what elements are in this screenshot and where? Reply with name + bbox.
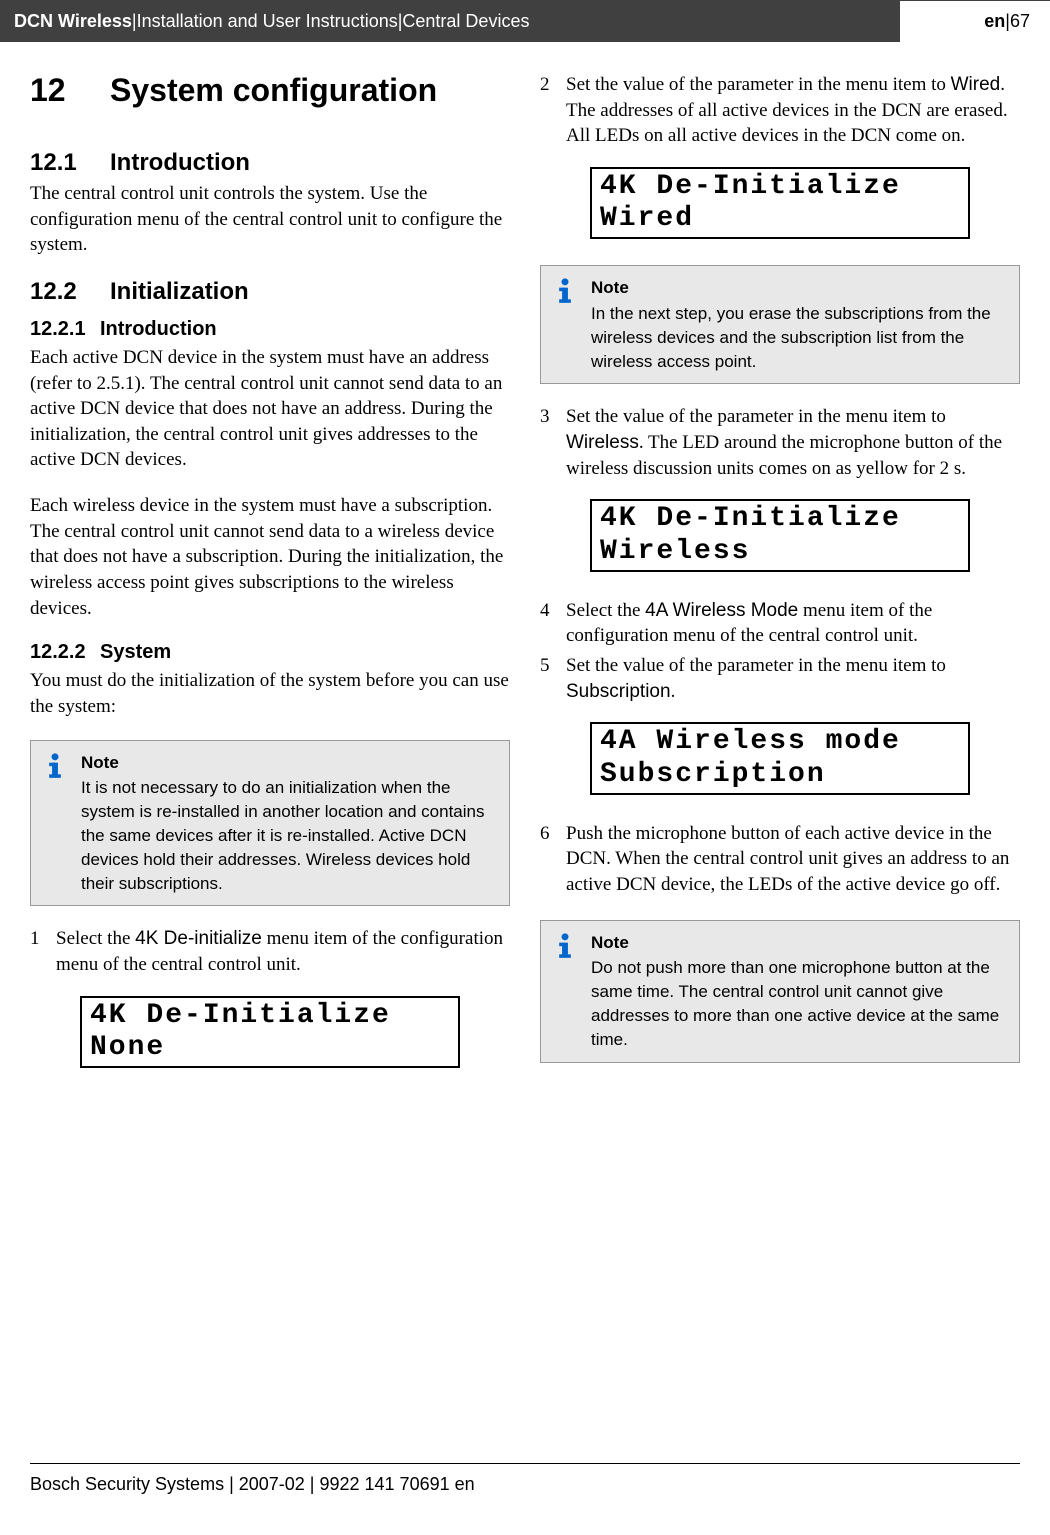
step-5: 5 Set the value of the parameter in the … <box>540 653 1020 704</box>
chapter-title: 12 System configuration <box>30 72 510 109</box>
footer-text: Bosch Security Systems | 2007-02 | 9922 … <box>30 1474 475 1494</box>
init-paragraph-1: Each active DCN device in the system mus… <box>30 345 510 473</box>
section-12-2: 12.2 Initialization <box>30 278 510 306</box>
header-doc-title: Installation and User Instructions <box>137 11 398 32</box>
note-box-2: Note In the next step, you erase the sub… <box>540 265 1020 384</box>
init-paragraph-2: Each wireless device in the system must … <box>30 493 510 621</box>
section-text: Introduction <box>110 149 250 177</box>
column-right: 2 Set the value of the parameter in the … <box>540 72 1020 1094</box>
info-icon <box>41 751 81 896</box>
lcd-display-4: 4A Wireless mode Subscription <box>590 722 970 794</box>
lcd-display-1: 4K De-Initialize None <box>80 996 460 1068</box>
note-box-1: Note It is not necessary to do an initia… <box>30 740 510 907</box>
note-title: Note <box>81 751 497 775</box>
subsection-12-2-2: 12.2.2 System <box>30 641 510 664</box>
header-right: en | 67 <box>900 0 1050 42</box>
header-bar: DCN Wireless | Installation and User Ins… <box>0 0 1050 42</box>
intro-paragraph: The central control unit controls the sy… <box>30 181 510 258</box>
header-page: 67 <box>1010 11 1030 32</box>
step-6: 6 Push the microphone button of each act… <box>540 821 1020 898</box>
step-num: 4 <box>540 598 566 649</box>
system-paragraph: You must do the initialization of the sy… <box>30 668 510 719</box>
info-icon <box>551 931 591 1052</box>
section-text: Initialization <box>110 278 249 306</box>
note-text: It is not necessary to do an initializat… <box>81 776 497 895</box>
step-text: Push the microphone button of each activ… <box>566 821 1020 898</box>
note-text: Do not push more than one microphone but… <box>591 956 1007 1051</box>
info-icon <box>551 276 591 373</box>
step-text: Set the value of the parameter in the me… <box>566 404 1020 481</box>
header-lang: en <box>984 11 1005 32</box>
note-text: In the next step, you erase the subscrip… <box>591 302 1007 373</box>
header-left: DCN Wireless | Installation and User Ins… <box>0 0 900 42</box>
section-num: 12.2 <box>30 278 110 306</box>
header-product: DCN Wireless <box>14 11 132 32</box>
subsection-text: System <box>100 641 171 664</box>
note-box-3: Note Do not push more than one microphon… <box>540 920 1020 1063</box>
lcd-display-2: 4K De-Initialize Wired <box>590 167 970 239</box>
step-2: 2 Set the value of the parameter in the … <box>540 72 1020 149</box>
step-text: Select the 4A Wireless Mode menu item of… <box>566 598 1020 649</box>
subsection-num: 12.2.1 <box>30 318 100 341</box>
step-num: 1 <box>30 926 56 977</box>
note-content: Note In the next step, you erase the sub… <box>591 276 1007 373</box>
step-1: 1 Select the 4K De-initialize menu item … <box>30 926 510 977</box>
step-text: Set the value of the parameter in the me… <box>566 72 1020 149</box>
subsection-text: Introduction <box>100 318 217 341</box>
step-num: 5 <box>540 653 566 704</box>
column-left: 12 System configuration 12.1 Introductio… <box>30 72 510 1094</box>
step-3: 3 Set the value of the parameter in the … <box>540 404 1020 481</box>
subsection-12-2-1: 12.2.1 Introduction <box>30 318 510 341</box>
step-num: 3 <box>540 404 566 481</box>
step-4: 4 Select the 4A Wireless Mode menu item … <box>540 598 1020 649</box>
step-num: 2 <box>540 72 566 149</box>
chapter-num: 12 <box>30 72 110 109</box>
note-title: Note <box>591 931 1007 955</box>
footer: Bosch Security Systems | 2007-02 | 9922 … <box>30 1463 1020 1495</box>
header-section: Central Devices <box>402 11 529 32</box>
step-num: 6 <box>540 821 566 898</box>
note-content: Note Do not push more than one microphon… <box>591 931 1007 1052</box>
section-12-1: 12.1 Introduction <box>30 149 510 177</box>
content-area: 12 System configuration 12.1 Introductio… <box>0 42 1050 1094</box>
subsection-num: 12.2.2 <box>30 641 100 664</box>
section-num: 12.1 <box>30 149 110 177</box>
step-text: Select the 4K De-initialize menu item of… <box>56 926 510 977</box>
note-content: Note It is not necessary to do an initia… <box>81 751 497 896</box>
note-title: Note <box>591 276 1007 300</box>
step-text: Set the value of the parameter in the me… <box>566 653 1020 704</box>
lcd-display-3: 4K De-Initialize Wireless <box>590 499 970 571</box>
chapter-text: System configuration <box>110 72 437 109</box>
